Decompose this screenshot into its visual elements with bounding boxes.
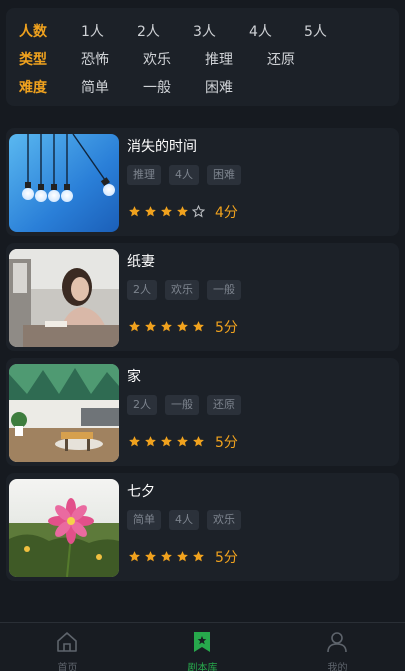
script-tag: 一般 (165, 395, 199, 415)
script-tag: 推理 (127, 165, 161, 185)
star-filled-icon (161, 436, 172, 447)
filter-option-4p[interactable]: 4人 (249, 21, 272, 41)
script-tags: 2人 欢乐 一般 (127, 280, 241, 300)
filter-option-horror[interactable]: 恐怖 (81, 49, 109, 69)
script-tag: 2人 (127, 280, 157, 300)
star-filled-icon (177, 551, 188, 562)
star-filled-icon (193, 551, 204, 562)
star-filled-icon (193, 321, 204, 332)
script-card[interactable]: 家 2人 一般 还原 5分 (6, 358, 399, 466)
filter-option-1p[interactable]: 1人 (81, 21, 104, 41)
tab-mine-label: 我的 (327, 663, 348, 671)
script-tag: 困难 (207, 165, 241, 185)
star-filled-icon (145, 321, 156, 332)
tab-home[interactable]: 首页 (0, 623, 135, 671)
star-filled-icon (161, 551, 172, 562)
star-filled-icon (145, 551, 156, 562)
rating-stars (128, 320, 205, 333)
tab-mine[interactable]: 我的 (270, 623, 405, 671)
script-tags: 简单 4人 欢乐 (127, 510, 241, 530)
script-title: 七夕 (127, 484, 155, 500)
script-cover-image (9, 479, 119, 577)
star-filled-icon (129, 436, 140, 447)
script-card[interactable]: 纸妻 2人 欢乐 一般 5分 (6, 243, 399, 351)
bookmark-icon (194, 632, 210, 652)
filter-option-mystery[interactable]: 推理 (205, 49, 233, 69)
script-score: 4分 (215, 205, 238, 221)
script-tags: 2人 一般 还原 (127, 395, 241, 415)
script-title: 纸妻 (127, 254, 155, 270)
script-tag: 简单 (127, 510, 161, 530)
star-filled-icon (177, 436, 188, 447)
star-filled-icon (193, 436, 204, 447)
script-tag: 4人 (169, 165, 199, 185)
script-tag: 欢乐 (207, 510, 241, 530)
rating-stars (128, 205, 205, 218)
script-tag: 2人 (127, 395, 157, 415)
star-filled-icon (177, 321, 188, 332)
tab-library-label: 剧本库 (187, 663, 218, 671)
star-filled-icon (161, 206, 172, 217)
filter-option-2p[interactable]: 2人 (137, 21, 160, 41)
user-icon (327, 632, 347, 653)
filter-option-fun[interactable]: 欢乐 (143, 49, 171, 69)
star-filled-icon (145, 206, 156, 217)
filter-option-easy[interactable]: 简单 (81, 77, 109, 97)
bottom-tab-bar: 首页 剧本库 我的 (0, 622, 405, 671)
star-filled-icon (129, 206, 140, 217)
filter-label-type: 类型 (19, 52, 47, 68)
filter-label-difficulty: 难度 (19, 80, 47, 96)
star-filled-icon (129, 551, 140, 562)
filter-option-5p[interactable]: 5人 (304, 21, 327, 41)
filter-option-restore[interactable]: 还原 (267, 49, 295, 69)
filter-option-medium[interactable]: 一般 (143, 77, 171, 97)
script-tag: 一般 (207, 280, 241, 300)
script-score: 5分 (215, 550, 238, 566)
star-empty-icon (192, 205, 205, 218)
script-card[interactable]: 七夕 简单 4人 欢乐 5分 (6, 473, 399, 581)
script-title: 家 (127, 369, 141, 385)
star-filled-icon (145, 436, 156, 447)
tab-library[interactable]: 剧本库 (135, 623, 270, 671)
tab-home-label: 首页 (57, 663, 78, 671)
filter-label-players: 人数 (19, 24, 47, 40)
script-tags: 推理 4人 困难 (127, 165, 241, 185)
home-icon (57, 632, 77, 652)
script-tag: 还原 (207, 395, 241, 415)
star-filled-icon (129, 321, 140, 332)
script-cover-image (9, 249, 119, 347)
script-score: 5分 (215, 320, 238, 336)
script-tag: 4人 (169, 510, 199, 530)
script-tag: 欢乐 (165, 280, 199, 300)
star-filled-icon (161, 321, 172, 332)
rating-stars (128, 550, 205, 563)
script-score: 5分 (215, 435, 238, 451)
star-filled-icon (177, 206, 188, 217)
rating-stars (128, 435, 205, 448)
script-cover-image (9, 364, 119, 462)
filter-option-hard[interactable]: 困难 (205, 77, 233, 97)
script-title: 消失的时间 (127, 139, 197, 155)
filter-option-3p[interactable]: 3人 (193, 21, 216, 41)
filter-panel: 人数 1人 2人 3人 4人 5人 类型 恐怖 欢乐 推理 还原 难度 简单 一… (6, 8, 399, 106)
script-cover-image (9, 134, 119, 232)
script-card[interactable]: 消失的时间 推理 4人 困难 4分 (6, 128, 399, 236)
